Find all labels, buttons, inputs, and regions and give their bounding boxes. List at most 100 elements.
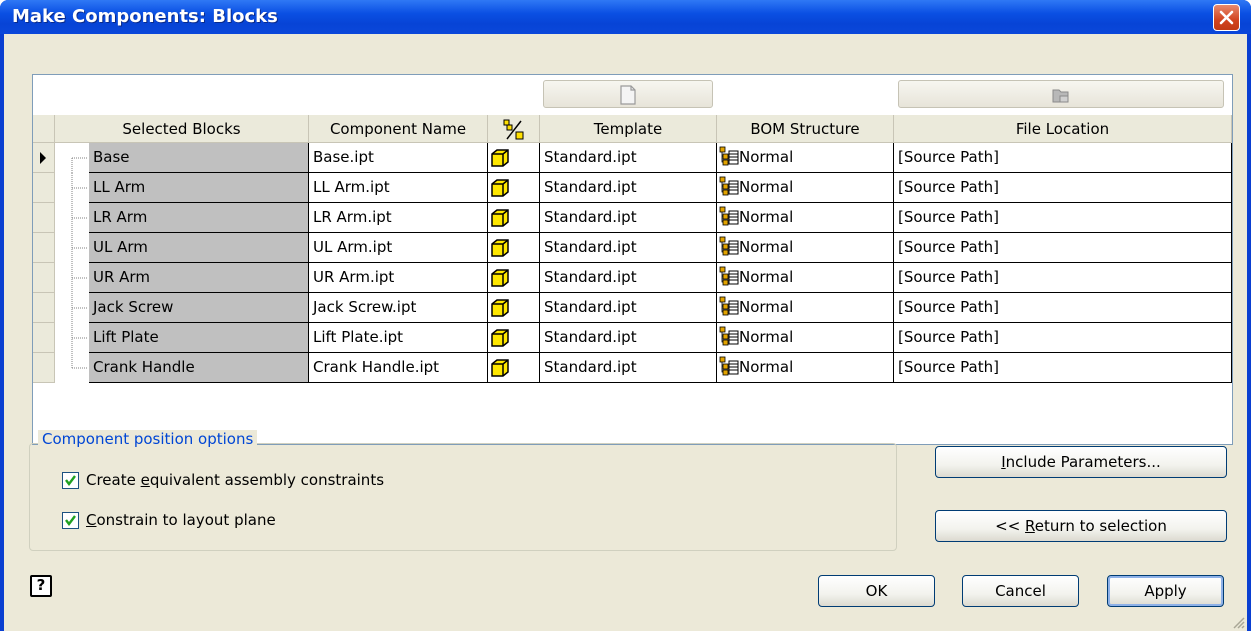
cell-bom-structure[interactable]: Normal xyxy=(717,203,894,233)
cell-selected-block[interactable]: UL Arm xyxy=(89,233,309,263)
cell-selected-block[interactable]: LR Arm xyxy=(89,203,309,233)
cell-component-type[interactable] xyxy=(488,323,540,353)
cell-file-location[interactable]: [Source Path] xyxy=(894,233,1232,263)
cell-component-name[interactable]: Crank Handle.ipt xyxy=(309,353,488,383)
part-cube-icon xyxy=(491,149,509,167)
cell-template[interactable]: Standard.ipt xyxy=(540,293,717,323)
folder-icon xyxy=(1052,89,1069,103)
cell-component-type[interactable] xyxy=(488,353,540,383)
equivalent-constraints-checkbox[interactable] xyxy=(62,472,79,489)
cell-template[interactable]: Standard.ipt xyxy=(540,143,717,173)
header-file-location[interactable]: File Location xyxy=(894,115,1232,143)
cell-component-name[interactable]: LR Arm.ipt xyxy=(309,203,488,233)
cell-component-name[interactable]: UL Arm.ipt xyxy=(309,233,488,263)
bom-value: Normal xyxy=(739,208,794,226)
help-button[interactable]: ? xyxy=(30,575,52,597)
table-row[interactable]: UL Arm UL Arm.ipt Standard.ipt Normal [Sourc… xyxy=(33,233,1232,263)
ok-button[interactable]: OK xyxy=(818,575,935,607)
cell-file-location[interactable]: [Source Path] xyxy=(894,263,1232,293)
row-header[interactable] xyxy=(33,263,55,293)
cell-component-name[interactable]: Jack Screw.ipt xyxy=(309,293,488,323)
bom-value: Normal xyxy=(739,268,794,286)
bom-value: Normal xyxy=(739,298,794,316)
checkmark-icon xyxy=(65,515,76,526)
cell-component-name[interactable]: Base.ipt xyxy=(309,143,488,173)
cancel-button[interactable]: Cancel xyxy=(962,575,1079,607)
cell-component-type[interactable] xyxy=(488,293,540,323)
cell-selected-block[interactable]: Lift Plate xyxy=(89,323,309,353)
table-row[interactable]: Lift Plate Lift Plate.ipt Standard.ipt Norm… xyxy=(33,323,1232,353)
row-header[interactable] xyxy=(33,203,55,233)
close-button[interactable] xyxy=(1213,4,1240,31)
row-header[interactable] xyxy=(33,293,55,323)
template-browse-button[interactable] xyxy=(543,80,713,108)
cell-component-name[interactable]: UR Arm.ipt xyxy=(309,263,488,293)
cell-bom-structure[interactable]: Normal xyxy=(717,353,894,383)
row-header[interactable] xyxy=(33,353,55,383)
cell-file-location[interactable]: [Source Path] xyxy=(894,173,1232,203)
header-component-name[interactable]: Component Name xyxy=(309,115,488,143)
cell-component-name[interactable]: LL Arm.ipt xyxy=(309,173,488,203)
cell-selected-block[interactable]: Base xyxy=(89,143,309,173)
bom-value: Normal xyxy=(739,358,794,376)
cell-file-location[interactable]: [Source Path] xyxy=(894,353,1232,383)
row-header[interactable] xyxy=(33,233,55,263)
row-header-corner xyxy=(33,115,55,143)
cell-file-location[interactable]: [Source Path] xyxy=(894,323,1232,353)
cell-template[interactable]: Standard.ipt xyxy=(540,353,717,383)
cell-component-type[interactable] xyxy=(488,263,540,293)
file-location-browse-button[interactable] xyxy=(898,80,1224,108)
header-bom-structure[interactable]: BOM Structure xyxy=(717,115,894,143)
cell-file-location[interactable]: [Source Path] xyxy=(894,143,1232,173)
table-row[interactable]: LR Arm LR Arm.ipt Standard.ipt Normal [Sourc… xyxy=(33,203,1232,233)
title-bar[interactable]: Make Components: Blocks xyxy=(0,0,1251,34)
layout-plane-checkbox[interactable] xyxy=(62,512,79,529)
cell-template[interactable]: Standard.ipt xyxy=(540,173,717,203)
part-cube-icon xyxy=(491,299,509,317)
part-cube-icon xyxy=(491,329,509,347)
cell-bom-structure[interactable]: Normal xyxy=(717,323,894,353)
table-row[interactable]: Base Base.ipt Standard.ipt Normal [Source Pa… xyxy=(33,143,1232,173)
cell-bom-structure[interactable]: Normal xyxy=(717,293,894,323)
equivalent-constraints-label[interactable]: Create equivalent assembly constraints xyxy=(86,471,384,489)
cell-file-location[interactable]: [Source Path] xyxy=(894,203,1232,233)
table-row[interactable]: Jack Screw Jack Screw.ipt Standard.ipt Norm… xyxy=(33,293,1232,323)
cell-bom-structure[interactable]: Normal xyxy=(717,263,894,293)
layout-plane-label[interactable]: Constrain to layout plane xyxy=(86,511,276,529)
bom-value: Normal xyxy=(739,328,794,346)
cell-template[interactable]: Standard.ipt xyxy=(540,203,717,233)
table-row[interactable]: UR Arm UR Arm.ipt Standard.ipt Normal [Sourc… xyxy=(33,263,1232,293)
header-selected-blocks[interactable]: Selected Blocks xyxy=(55,115,309,143)
include-parameters-button[interactable]: Include Parameters... xyxy=(935,446,1227,478)
row-header[interactable] xyxy=(33,143,55,173)
cell-selected-block[interactable]: Crank Handle xyxy=(89,353,309,383)
cell-bom-structure[interactable]: Normal xyxy=(717,143,894,173)
cell-component-name[interactable]: Lift Plate.ipt xyxy=(309,323,488,353)
tree-connector xyxy=(55,263,89,293)
cell-selected-block[interactable]: Jack Screw xyxy=(89,293,309,323)
header-component-type[interactable] xyxy=(488,115,540,143)
cell-template[interactable]: Standard.ipt xyxy=(540,323,717,353)
return-to-selection-button[interactable]: << Return to selection xyxy=(935,510,1227,542)
cell-selected-block[interactable]: LL Arm xyxy=(89,173,309,203)
cell-file-location[interactable]: [Source Path] xyxy=(894,293,1232,323)
cell-bom-structure[interactable]: Normal xyxy=(717,233,894,263)
close-icon xyxy=(1219,10,1234,25)
apply-button[interactable]: Apply xyxy=(1107,575,1224,607)
resize-grip-icon[interactable] xyxy=(1231,615,1245,629)
cell-component-type[interactable] xyxy=(488,143,540,173)
row-header[interactable] xyxy=(33,173,55,203)
components-grid[interactable]: Selected Blocks Component Name Template … xyxy=(32,74,1233,445)
cell-template[interactable]: Standard.ipt xyxy=(540,263,717,293)
cell-template[interactable]: Standard.ipt xyxy=(540,233,717,263)
cell-component-type[interactable] xyxy=(488,203,540,233)
header-template[interactable]: Template xyxy=(540,115,717,143)
cell-bom-structure[interactable]: Normal xyxy=(717,173,894,203)
cell-selected-block[interactable]: UR Arm xyxy=(89,263,309,293)
cell-component-type[interactable] xyxy=(488,233,540,263)
row-header[interactable] xyxy=(33,323,55,353)
table-row[interactable]: LL Arm LL Arm.ipt Standard.ipt Normal [Sourc… xyxy=(33,173,1232,203)
cell-component-type[interactable] xyxy=(488,173,540,203)
table-row[interactable]: Crank Handle Crank Handle.ipt Standard.ipt… xyxy=(33,353,1232,383)
bom-value: Normal xyxy=(739,148,794,166)
